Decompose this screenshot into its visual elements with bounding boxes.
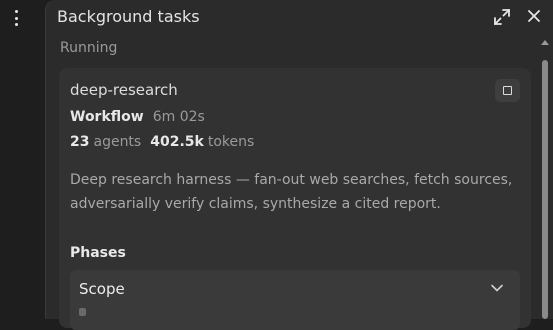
background-tasks-panel: Background tasks Running deep-research W… — [45, 0, 553, 330]
task-type-row: Workflow 6m 02s — [70, 108, 205, 126]
tokens-count: 402.5k — [150, 134, 204, 150]
agents-count: 23 — [70, 134, 90, 150]
chevron-down-icon[interactable] — [490, 281, 504, 295]
scroll-thumb[interactable] — [542, 60, 548, 319]
tokens-label: tokens — [207, 134, 255, 150]
task-stats-row: 23 agents 402.5k tokens — [70, 133, 254, 151]
panel-title: Background tasks — [57, 7, 200, 26]
stop-task-button[interactable] — [495, 79, 520, 102]
task-card[interactable]: deep-research Workflow 6m 02s 23 agents 402… — [59, 68, 531, 330]
kebab-menu-icon[interactable] — [12, 10, 20, 26]
stop-icon — [503, 86, 512, 95]
expand-icon[interactable] — [493, 8, 511, 26]
phase-name: Scope — [79, 280, 125, 298]
left-strip — [0, 0, 45, 319]
task-name: deep-research — [70, 81, 178, 99]
phases-heading: Phases — [70, 245, 126, 261]
task-description: Deep research harness — fan-out web sear… — [70, 172, 513, 212]
task-duration: 6m 02s — [152, 109, 205, 125]
phase-status-indicator — [79, 308, 86, 316]
agents-label: agents — [93, 134, 142, 150]
task-type: Workflow — [70, 109, 144, 125]
section-label-running: Running — [60, 40, 118, 56]
scrollbar[interactable] — [541, 40, 549, 319]
close-icon[interactable] — [526, 8, 542, 24]
phase-item-scope[interactable]: Scope — [70, 270, 520, 330]
scroll-up-arrow-icon[interactable] — [541, 40, 549, 45]
